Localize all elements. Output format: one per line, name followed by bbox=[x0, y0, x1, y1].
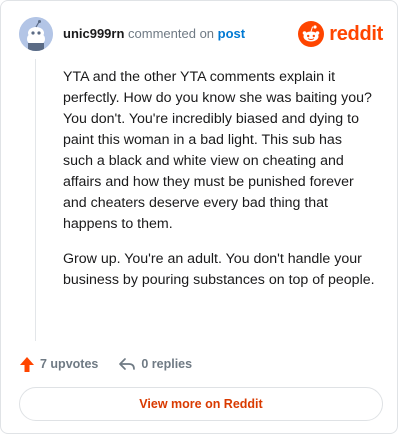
comment-paragraph: Grow up. You're an adult. You don't hand… bbox=[63, 251, 375, 288]
upvote-count: 7 upvotes bbox=[40, 357, 99, 371]
post-link[interactable]: post bbox=[218, 26, 245, 41]
reply-count: 0 replies bbox=[141, 357, 193, 371]
comment-meta: unic999rn commented on post bbox=[63, 26, 245, 41]
thread-line bbox=[35, 59, 36, 341]
reply-arrow-icon bbox=[119, 358, 136, 370]
embed-card: unic999rn commented on post reddit YTA a… bbox=[0, 0, 398, 434]
upvote-button[interactable]: 7 upvotes bbox=[19, 356, 98, 373]
reddit-logo[interactable]: reddit bbox=[298, 20, 383, 48]
reddit-snoo-icon bbox=[298, 21, 325, 47]
action-text: commented on bbox=[128, 26, 215, 41]
brand-wordmark: reddit bbox=[329, 22, 383, 45]
comment-body: YTA and the other YTA comments explain i… bbox=[63, 67, 375, 305]
view-more-button[interactable]: View more on Reddit bbox=[19, 387, 383, 421]
snoo-avatar-icon bbox=[19, 17, 53, 51]
reply-button[interactable]: 0 replies bbox=[118, 356, 192, 372]
comment-paragraph: YTA and the other YTA comments explain i… bbox=[63, 69, 372, 232]
upvote-arrow-icon bbox=[20, 356, 34, 372]
comment-header: unic999rn commented on post reddit bbox=[19, 17, 383, 51]
username-link[interactable]: unic999rn bbox=[63, 26, 124, 41]
comment-actions: 7 upvotes 0 replies bbox=[19, 353, 212, 375]
avatar[interactable] bbox=[19, 17, 53, 51]
